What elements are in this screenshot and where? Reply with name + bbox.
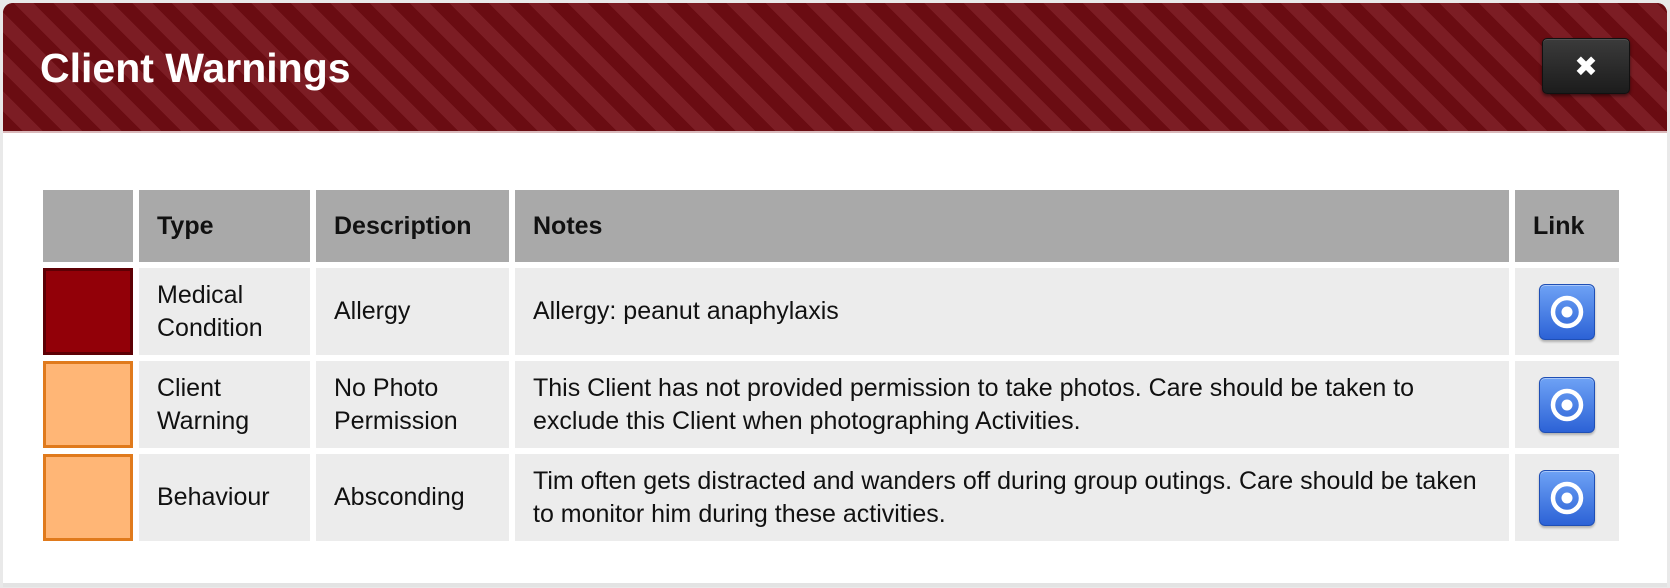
close-icon: ✖	[1574, 49, 1598, 83]
severity-swatch-cell	[43, 361, 133, 448]
table-header-row: Type Description Notes Link	[43, 190, 1619, 262]
client-warnings-dialog: Client Warnings ✖ Type Description Notes…	[3, 3, 1667, 587]
target-icon	[1550, 295, 1584, 328]
severity-swatch-cell	[43, 268, 133, 355]
target-icon	[1550, 481, 1584, 514]
notes-cell: Tim often gets distracted and wanders of…	[515, 454, 1509, 541]
view-link-button[interactable]	[1539, 469, 1595, 526]
close-button[interactable]: ✖	[1542, 38, 1630, 94]
warnings-table: Type Description Notes Link Medical Cond…	[37, 184, 1625, 547]
link-cell	[1515, 361, 1619, 448]
description-cell: No Photo Permission	[316, 361, 509, 448]
type-cell: Client Warning	[139, 361, 310, 448]
severity-swatch	[43, 454, 133, 541]
table-row[interactable]: Medical Condition Allergy Allergy: peanu…	[43, 268, 1619, 355]
type-cell: Behaviour	[139, 454, 310, 541]
link-cell	[1515, 268, 1619, 355]
notes-cell: Allergy: peanut anaphylaxis	[515, 268, 1509, 355]
table-row[interactable]: Client Warning No Photo Permission This …	[43, 361, 1619, 448]
view-link-button[interactable]	[1539, 283, 1595, 340]
description-cell: Absconding	[316, 454, 509, 541]
view-link-button[interactable]	[1539, 376, 1595, 433]
severity-swatch	[43, 361, 133, 448]
description-cell: Allergy	[316, 268, 509, 355]
notes-cell: This Client has not provided permission …	[515, 361, 1509, 448]
header-link: Link	[1515, 190, 1619, 262]
header-type[interactable]: Type	[139, 190, 310, 262]
dialog-title: Client Warnings	[40, 45, 351, 91]
header-description[interactable]: Description	[316, 190, 509, 262]
header-swatch	[43, 190, 133, 262]
dialog-header: Client Warnings ✖	[3, 3, 1667, 133]
dialog-bottom-divider	[3, 583, 1667, 587]
header-notes[interactable]: Notes	[515, 190, 1509, 262]
severity-swatch-cell	[43, 454, 133, 541]
type-cell: Medical Condition	[139, 268, 310, 355]
link-cell	[1515, 454, 1619, 541]
target-icon	[1550, 388, 1584, 421]
severity-swatch	[43, 268, 133, 355]
table-row[interactable]: Behaviour Absconding Tim often gets dist…	[43, 454, 1619, 541]
